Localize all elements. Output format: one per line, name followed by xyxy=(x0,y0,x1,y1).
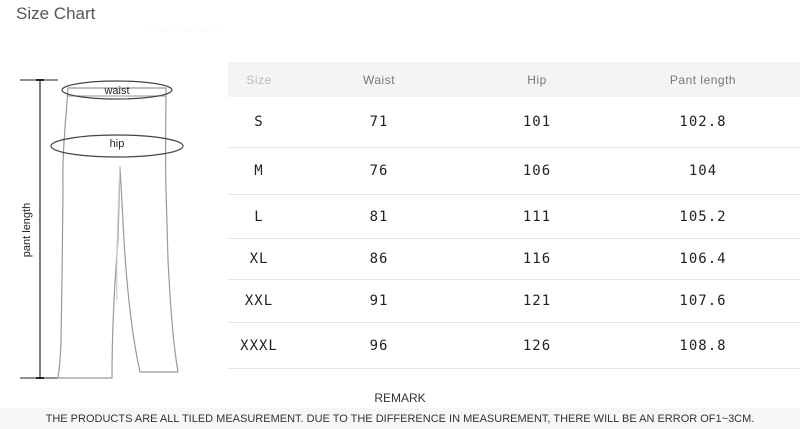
faint-marks xyxy=(150,29,220,31)
cell-size: XXXL xyxy=(240,337,278,354)
cell-pant-length: 102.8 xyxy=(679,114,727,130)
header-hip: Hip xyxy=(527,72,547,87)
cell-pant-length: 107.6 xyxy=(679,293,727,309)
cell-pant-length: 108.8 xyxy=(679,337,727,354)
cell-pant-length: 106.4 xyxy=(679,251,727,267)
header-pant-length: Pant length xyxy=(669,72,737,87)
cell-hip: 126 xyxy=(522,337,552,354)
page-title: Size Chart xyxy=(16,4,96,23)
cell-hip: 121 xyxy=(522,293,552,309)
cell-size: M xyxy=(254,163,264,179)
table-row: XL 86 116 106.4 xyxy=(228,239,800,280)
hip-label: hip xyxy=(110,138,125,150)
table-row: L 81 111 105.2 xyxy=(228,195,800,239)
cell-hip: 106 xyxy=(522,163,552,179)
measurement-notice: THE PRODUCTS ARE ALL TILED MEASUREMENT. … xyxy=(45,413,755,425)
size-table: Size Waist Hip Pant length S 71 101 102.… xyxy=(228,62,800,369)
header-size: Size xyxy=(246,72,272,87)
cell-waist: 81 xyxy=(369,208,389,225)
cell-size: XL xyxy=(249,251,269,267)
waist-label: waist xyxy=(103,85,129,97)
cell-hip: 111 xyxy=(522,208,552,225)
cell-waist: 76 xyxy=(369,163,389,179)
cell-waist: 96 xyxy=(369,337,389,354)
cell-pant-length: 104 xyxy=(688,163,718,179)
table-row: M 76 106 104 xyxy=(228,148,800,195)
cell-pant-length: 105.2 xyxy=(679,208,727,225)
table-row: S 71 101 102.8 xyxy=(228,97,800,148)
cell-size: S xyxy=(254,114,264,130)
cell-hip: 101 xyxy=(522,114,552,130)
header-waist: Waist xyxy=(362,72,396,87)
pants-outline xyxy=(57,87,179,379)
table-row: XXL 91 121 107.6 xyxy=(228,280,800,323)
pants-diagram: pant length waist hip xyxy=(20,79,184,379)
cell-hip: 116 xyxy=(522,251,552,267)
cell-waist: 86 xyxy=(369,251,389,267)
cell-waist: 91 xyxy=(369,293,389,309)
remark-title: REMARK xyxy=(374,391,426,405)
cell-size: XXL xyxy=(244,293,274,309)
cell-size: L xyxy=(254,208,264,225)
table-row: XXXL 96 126 108.8 xyxy=(228,323,800,369)
pant-length-label: pant length xyxy=(21,203,33,257)
cell-waist: 71 xyxy=(369,114,389,130)
table-header: Size Waist Hip Pant length xyxy=(228,62,800,97)
